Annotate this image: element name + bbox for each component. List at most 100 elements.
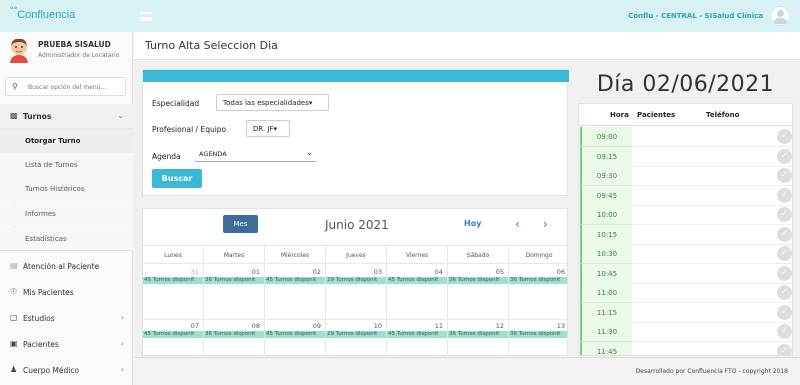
logo[interactable]: °°Confluencia — [10, 5, 75, 21]
agenda-select[interactable]: AGENDA ⌄ — [195, 148, 316, 162]
check-icon[interactable]: ✓ — [777, 187, 792, 203]
month-view-button[interactable]: Mes — [223, 215, 258, 233]
day-number: 08 — [251, 322, 260, 330]
sidebar-item-estudios[interactable]: ▢ Estudios › — [0, 306, 133, 331]
sidebar-item-pacientes[interactable]: ▣ Pacientes › — [0, 332, 133, 357]
available-slots-event[interactable]: 36 Turnos disponit — [448, 277, 508, 284]
slot-time[interactable]: 10:00 — [580, 205, 632, 225]
sidebar-subitem-informes[interactable]: Informes — [0, 202, 133, 226]
menu-search: ⚲ — [5, 77, 126, 96]
sidebar-item-cuerpo-medico[interactable]: ♟ Cuerpo Médico › — [0, 358, 133, 383]
available-slots-event[interactable]: 45 Turnos disponit — [143, 331, 203, 338]
slot-time[interactable]: 09:00 — [580, 127, 632, 147]
profesional-select[interactable]: DR. JF▾ — [246, 120, 290, 137]
calendar-day-cell[interactable]: 02 45 Turnos disponit — [265, 265, 326, 319]
sidebar-subitem-otorgar-turno[interactable]: Otorgar Turno — [0, 129, 133, 153]
slot-time[interactable]: 09:30 — [580, 166, 632, 186]
calendar-day-cell[interactable]: 04 45 Turnos disponit — [387, 265, 448, 319]
available-slots-event[interactable]: 36 Turnos disponit — [204, 277, 264, 284]
calendar-day-cell[interactable]: 31 45 Turnos disponit — [143, 265, 204, 319]
check-icon[interactable]: ✓ — [777, 304, 792, 320]
today-button[interactable]: Hoy — [464, 219, 481, 228]
available-slots-event[interactable]: 29 Turnos disponit — [326, 277, 386, 284]
available-slots-event[interactable]: 45 Turnos disponit — [143, 277, 203, 284]
user-role: Administrador de Locatario — [38, 52, 120, 59]
calendar-day-cell[interactable]: 06 36 Turnos disponit — [509, 265, 567, 319]
slot-time[interactable]: 09:45 — [580, 185, 632, 206]
doctor-icon: ♟ — [10, 365, 18, 374]
slot-time[interactable]: 10:45 — [580, 263, 632, 284]
calendar-day-cell[interactable]: 10 29 Turnos disponit — [326, 319, 387, 355]
check-icon[interactable]: ✓ — [777, 265, 792, 281]
slot-time[interactable]: 11:00 — [580, 283, 632, 303]
caret-down-icon: ▾ — [273, 125, 278, 133]
sidebar-item-turnos[interactable]: ▩ Turnos ⌄ — [0, 104, 133, 129]
calendar-day-cell[interactable]: 11 45 Turnos disponit — [387, 319, 448, 355]
slot-time[interactable]: 10:30 — [580, 244, 632, 264]
id-card-icon: ▣ — [10, 339, 18, 348]
calendar-day-cell[interactable]: 07 45 Turnos disponit — [143, 319, 204, 355]
available-slots-event[interactable]: 45 Turnos disponit — [265, 277, 325, 284]
day-schedule: Hora Pacientes Teléfono 09:00 ✓ 09:15 ✓ 09:3… — [578, 103, 793, 356]
weekday-label: Martes — [223, 252, 245, 259]
sidebar-item-atencion-paciente[interactable]: ▤ Atención al Paciente — [0, 254, 133, 279]
weekday-label: Domingo — [525, 252, 553, 259]
search-icon: ⚲ — [12, 82, 18, 91]
available-slots-event[interactable]: 36 Turnos disponit — [204, 331, 264, 338]
col-telefono: Teléfono — [706, 111, 740, 119]
slot-row-divider — [632, 321, 792, 323]
sidebar-subitem-estadisticas[interactable]: Estadísticas — [0, 227, 133, 251]
calendar-day-cell[interactable]: 05 36 Turnos disponit — [448, 265, 509, 319]
lines-icon: ▤ — [10, 261, 18, 270]
file-icon: ▢ — [10, 313, 18, 322]
available-slots-event[interactable]: 45 Turnos disponit — [387, 277, 447, 284]
selected-day-title: Día 02/06/2021 — [596, 72, 775, 97]
slot-time[interactable]: 11:45 — [580, 341, 632, 355]
available-slots-event[interactable]: 36 Turnos disponit — [509, 277, 567, 284]
slot-row-divider — [632, 282, 792, 284]
check-icon[interactable]: ✓ — [777, 285, 792, 300]
slot-time[interactable]: 10:15 — [580, 224, 632, 245]
check-icon[interactable]: ✓ — [777, 324, 792, 339]
sidebar-subitem-turnos-historicos[interactable]: Turnos Históricos — [0, 177, 133, 201]
check-icon[interactable]: ✓ — [777, 343, 792, 355]
available-slots-event[interactable]: 36 Turnos disponit — [448, 331, 508, 338]
calendar-day-cell[interactable]: 03 29 Turnos disponit — [326, 265, 387, 319]
available-slots-event[interactable]: 29 Turnos disponit — [326, 331, 386, 338]
check-icon[interactable]: ✓ — [777, 168, 792, 183]
available-slots-event[interactable]: 36 Turnos disponit — [509, 331, 567, 338]
check-icon[interactable]: ✓ — [777, 226, 792, 242]
sidebar-item-mis-pacientes[interactable]: ☉ Mis Pacientes — [0, 280, 133, 305]
user-avatar-icon[interactable] — [770, 6, 790, 26]
available-slots-event[interactable]: 45 Turnos disponit — [387, 331, 447, 338]
day-number: 13 — [556, 322, 565, 330]
check-icon[interactable]: ✓ — [777, 207, 792, 222]
available-slots-event[interactable]: 45 Turnos disponit — [265, 331, 325, 338]
calendar-day-cell[interactable]: 13 36 Turnos disponit — [509, 319, 567, 355]
chevron-right-icon: › — [120, 339, 124, 348]
calendar-day-cell[interactable]: 09 45 Turnos disponit — [265, 319, 326, 355]
top-user-info[interactable]: Conflu - CENTRAL - SISalud Clínica — [628, 12, 763, 20]
slot-time[interactable]: 11:15 — [580, 302, 632, 323]
slot-row-divider — [632, 263, 792, 264]
buscar-button[interactable]: Buscar — [152, 169, 202, 188]
check-icon[interactable]: ✓ — [777, 129, 792, 144]
slot-time[interactable]: 11:30 — [580, 322, 632, 342]
caret-down-icon: ▾ — [308, 99, 313, 107]
menu-search-input[interactable] — [28, 80, 123, 94]
calendar-day-cell[interactable]: 08 36 Turnos disponit — [204, 319, 265, 355]
hamburger-menu-icon[interactable] — [140, 12, 152, 21]
check-icon[interactable]: ✓ — [777, 148, 792, 164]
calendar-day-cell[interactable]: 01 36 Turnos disponit — [204, 265, 265, 319]
calendar-day-cell[interactable]: 12 36 Turnos disponit — [448, 319, 509, 355]
check-icon[interactable]: ✓ — [777, 246, 792, 261]
day-number: 05 — [495, 268, 504, 276]
especialidad-select[interactable]: Todas las especialidades▾ — [216, 94, 329, 111]
slot-time[interactable]: 09:15 — [580, 146, 632, 167]
next-month-button[interactable]: › — [543, 217, 548, 231]
sidebar-subitem-lista-turnos[interactable]: Lista de Turnos — [0, 153, 133, 177]
page-title: Turno Alta Seleccion Dia — [145, 39, 278, 52]
sidebar: PRUEBA SISALUD Administrador de Locatari… — [0, 32, 133, 385]
prev-month-button[interactable]: ‹ — [515, 217, 520, 231]
day-number: 06 — [556, 268, 565, 276]
